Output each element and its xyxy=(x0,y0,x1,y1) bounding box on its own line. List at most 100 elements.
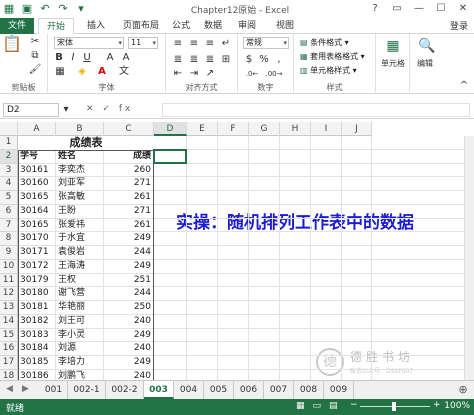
sheet-tab-006[interactable]: 006 xyxy=(234,381,264,399)
table-cell[interactable]: 240 xyxy=(104,342,154,356)
row-header-9[interactable]: 9 xyxy=(0,246,18,260)
vertical-scrollbar[interactable] xyxy=(464,136,474,380)
customize-qat-icon[interactable]: ▾ xyxy=(74,2,88,16)
table-cell[interactable]: 张爱祎 xyxy=(56,219,104,233)
redo-icon[interactable]: ↷ xyxy=(56,2,70,16)
table-cell[interactable]: 261 xyxy=(104,191,154,205)
row-header-17[interactable]: 17 xyxy=(0,356,18,370)
comma-style-icon[interactable]: , xyxy=(273,54,285,66)
row-header-7[interactable]: 7 xyxy=(0,218,18,233)
table-cell[interactable]: 30164 xyxy=(18,205,56,219)
sheet-prev-icon[interactable]: ◀ xyxy=(6,384,13,394)
sheet-tab-005[interactable]: 005 xyxy=(204,381,234,399)
table-cell[interactable]: 30172 xyxy=(18,260,56,274)
normal-view-icon[interactable]: ▦ xyxy=(296,401,305,411)
tab-home[interactable]: 开始 xyxy=(38,18,74,34)
table-cell[interactable]: 华艳丽 xyxy=(56,301,104,315)
page-layout-view-icon[interactable]: ▭ xyxy=(313,401,322,411)
table-cell[interactable]: 张高敏 xyxy=(56,191,104,205)
row-header-2[interactable]: 2 xyxy=(0,149,18,164)
table-cell[interactable]: 王海涛 xyxy=(56,260,104,274)
row-header-13[interactable]: 13 xyxy=(0,301,18,315)
select-all-corner[interactable] xyxy=(0,122,18,136)
table-cell[interactable]: 240 xyxy=(104,370,154,380)
collapse-ribbon-icon[interactable]: ^ xyxy=(458,80,470,92)
sheet-tab-008[interactable]: 008 xyxy=(294,381,324,399)
table-cell[interactable]: 谢飞营 xyxy=(56,287,104,301)
column-header-e[interactable]: E xyxy=(187,122,218,136)
row-header-3[interactable]: 3 xyxy=(0,163,18,178)
accounting-icon[interactable]: $ xyxy=(243,54,255,66)
merge-center-icon[interactable]: ⊞ xyxy=(220,54,232,66)
column-header-j[interactable]: J xyxy=(342,122,372,136)
table-cell[interactable]: 30179 xyxy=(18,274,56,288)
table-cell[interactable]: 30170 xyxy=(18,232,56,246)
zoom-in-button[interactable]: + xyxy=(433,400,441,410)
table-cell[interactable]: 刘亚军 xyxy=(56,177,104,191)
formula-input[interactable] xyxy=(162,103,470,117)
table-cell[interactable]: 251 xyxy=(104,274,154,288)
row-header-14[interactable]: 14 xyxy=(0,314,18,329)
table-cell[interactable]: 30161 xyxy=(18,164,56,178)
table-cell[interactable]: 249 xyxy=(104,260,154,274)
row-header-4[interactable]: 4 xyxy=(0,177,18,191)
italic-icon[interactable]: I xyxy=(68,52,78,64)
sheet-tab-004[interactable]: 004 xyxy=(174,381,204,399)
maximize-button[interactable]: ☐ xyxy=(430,0,452,18)
table-cell[interactable]: 249 xyxy=(104,356,154,370)
row-header-18[interactable]: 18 xyxy=(0,369,18,380)
name-box[interactable]: D2 xyxy=(3,103,59,117)
sheet-tab-007[interactable]: 007 xyxy=(264,381,294,399)
column-header-f[interactable]: F xyxy=(218,122,249,136)
enter-icon[interactable]: ✓ xyxy=(102,104,113,114)
column-header-b[interactable]: B xyxy=(56,122,104,136)
zoom-out-button[interactable]: − xyxy=(350,400,358,410)
table-cell[interactable]: 244 xyxy=(104,246,154,260)
tab-page-layout[interactable]: 页面布局 xyxy=(116,18,166,34)
font-size-dropdown[interactable]: 11 xyxy=(128,37,158,49)
table-cell[interactable]: 250 xyxy=(104,301,154,315)
table-cell[interactable]: 李小灵 xyxy=(56,329,104,343)
table-cell[interactable]: 30186 xyxy=(18,370,56,380)
table-cell[interactable]: 30180 xyxy=(18,287,56,301)
bold-icon[interactable]: B xyxy=(54,52,64,64)
table-cell[interactable]: 刘鹏飞 xyxy=(56,370,104,380)
sheet-tab-002-1[interactable]: 002-1 xyxy=(68,381,106,399)
phonetic-icon[interactable]: 文 xyxy=(118,66,130,78)
borders-icon[interactable]: ▦ xyxy=(54,66,66,78)
table-cell[interactable]: 30160 xyxy=(18,177,56,191)
table-cell[interactable]: 240 xyxy=(104,315,154,329)
font-name-dropdown[interactable]: 宋体 xyxy=(54,37,124,49)
row-header-15[interactable]: 15 xyxy=(0,328,18,343)
table-cell[interactable]: 王权 xyxy=(56,274,104,288)
tab-file[interactable]: 文件 xyxy=(0,18,34,34)
paste-icon[interactable]: 📋 xyxy=(2,36,22,52)
tab-review[interactable]: 审阅 xyxy=(232,18,262,34)
table-cell[interactable]: 30165 xyxy=(18,191,56,205)
table-cell[interactable]: 244 xyxy=(104,287,154,301)
zoom-level[interactable]: 100% xyxy=(444,401,470,411)
tab-view[interactable]: 视图 xyxy=(270,18,300,34)
row-header-10[interactable]: 10 xyxy=(0,259,18,274)
cancel-icon[interactable]: ✕ xyxy=(86,104,97,114)
undo-icon[interactable]: ↶ xyxy=(38,2,52,16)
conditional-formatting-button[interactable]: ▤ 条件格式 ▾ xyxy=(300,37,349,48)
help-button[interactable]: ? xyxy=(364,0,386,18)
tab-insert[interactable]: 插入 xyxy=(78,18,114,34)
percent-icon[interactable]: % xyxy=(258,54,270,66)
increase-indent-icon[interactable]: ⇥ xyxy=(188,68,200,80)
align-left-icon[interactable]: ≣ xyxy=(172,54,184,66)
table-cell[interactable]: 30171 xyxy=(18,246,56,260)
worksheet-grid[interactable]: 实操：随机排列工作表中的数据 德 德胜书坊 微信公众号：DSSF007 ABCD… xyxy=(0,122,474,380)
signin-link[interactable]: 登录 xyxy=(450,19,468,32)
row-header-16[interactable]: 16 xyxy=(0,342,18,356)
row-header-5[interactable]: 5 xyxy=(0,191,18,205)
decrease-decimal-icon[interactable]: .00→ xyxy=(265,68,283,80)
tab-formulas[interactable]: 公式 xyxy=(166,18,196,34)
row-header-1[interactable]: 1 xyxy=(0,136,18,150)
sheet-next-icon[interactable]: ▶ xyxy=(22,384,29,394)
table-cell[interactable]: 30184 xyxy=(18,342,56,356)
table-cell[interactable]: 袁俊岩 xyxy=(56,246,104,260)
row-header-8[interactable]: 8 xyxy=(0,232,18,246)
table-cell[interactable]: 260 xyxy=(104,164,154,178)
